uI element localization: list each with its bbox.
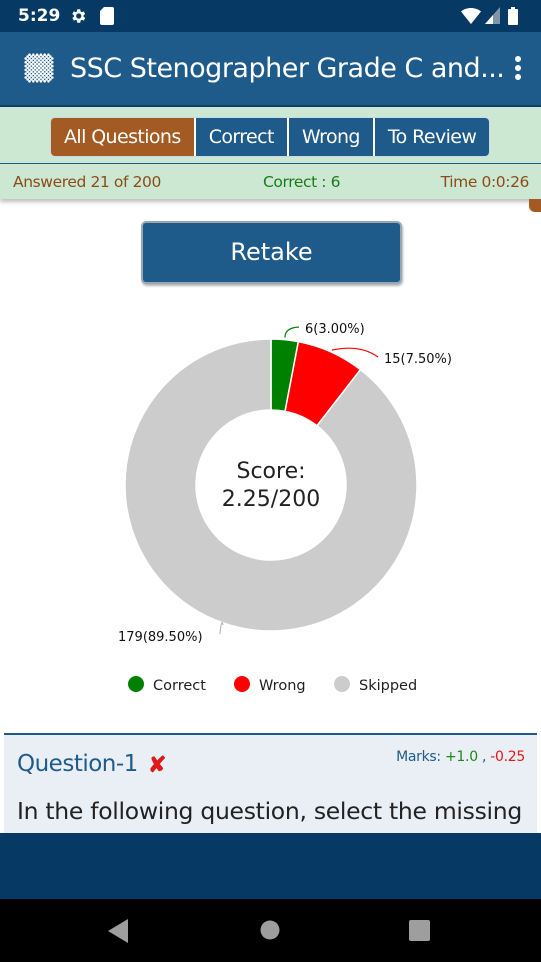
donut-slice-skipped[interactable] <box>124 338 418 632</box>
system-nav-bar <box>0 899 541 962</box>
status-bar: 5:29 <box>0 0 541 32</box>
legend-label-wrong: Wrong <box>259 678 306 694</box>
legend-item-wrong[interactable]: Wrong <box>234 676 306 694</box>
tab-correct[interactable]: Correct <box>193 118 287 156</box>
legend-swatch-wrong <box>234 676 250 692</box>
leader-line-skipped <box>219 621 224 635</box>
legend-label-correct: Correct <box>153 678 206 694</box>
drawer-handle[interactable] <box>529 199 541 212</box>
recents-icon[interactable] <box>409 920 430 941</box>
marks-label: Marks: <box>396 749 441 765</box>
tab-all-questions[interactable]: All Questions <box>51 118 194 156</box>
data-label-skipped: 179(89.50%) <box>118 630 203 645</box>
marks-negative: -0.25 <box>490 749 525 765</box>
question-card[interactable]: Question-1 ✘ Marks: +1.0 , -0.25 In the … <box>4 733 537 843</box>
back-icon[interactable] <box>108 919 130 943</box>
question-marks: Marks: +1.0 , -0.25 <box>396 749 525 765</box>
score-value: 2.25/200 <box>222 487 320 512</box>
bottom-bar <box>0 833 541 899</box>
tab-wrong[interactable]: Wrong <box>286 118 373 156</box>
answered-count: Answered 21 of 200 <box>13 173 161 191</box>
app-logo-icon <box>24 53 54 83</box>
more-vert-icon[interactable] <box>513 54 523 84</box>
correct-count: Correct : 6 <box>263 173 341 191</box>
gear-icon <box>72 9 86 23</box>
app-title: SSC Stenographer Grade C and... <box>70 53 505 84</box>
score-donut-chart: Score: 2.25/200 6(3.00%) 15(7.50%) 179(89.… <box>118 322 452 694</box>
legend-item-correct[interactable]: Correct <box>128 676 206 694</box>
wifi-icon <box>461 8 481 24</box>
marks-separator: , <box>481 749 487 765</box>
filter-tabs: All Questions Correct Wrong To Review <box>50 117 491 157</box>
status-time: 5:29 <box>18 6 61 26</box>
elapsed-time: Time 0:0:26 <box>440 173 530 191</box>
home-icon[interactable] <box>260 920 280 940</box>
app-bar: SSC Stenographer Grade C and... <box>0 32 541 105</box>
info-bar: Answered 21 of 200 Correct : 6 Time 0:0:… <box>0 163 541 199</box>
wrong-x-icon: ✘ <box>148 752 167 777</box>
data-label-wrong: 15(7.50%) <box>384 352 452 367</box>
legend-label-skipped: Skipped <box>359 678 417 694</box>
question-title: Question-1 <box>17 751 138 777</box>
retake-button[interactable]: Retake <box>141 221 402 284</box>
filter-tabs-area: All Questions Correct Wrong To Review <box>0 105 541 163</box>
signal-icon <box>485 7 500 24</box>
legend-item-skipped[interactable]: Skipped <box>334 676 417 694</box>
legend-swatch-skipped <box>334 676 350 692</box>
leader-line-correct <box>284 326 300 338</box>
tab-to-review[interactable]: To Review <box>372 118 490 156</box>
battery-icon <box>508 7 518 25</box>
score-label: Score: <box>236 459 305 484</box>
legend-swatch-correct <box>128 676 144 692</box>
sd-card-icon <box>100 7 114 25</box>
data-label-correct: 6(3.00%) <box>305 322 365 337</box>
marks-positive: +1.0 <box>445 749 478 765</box>
